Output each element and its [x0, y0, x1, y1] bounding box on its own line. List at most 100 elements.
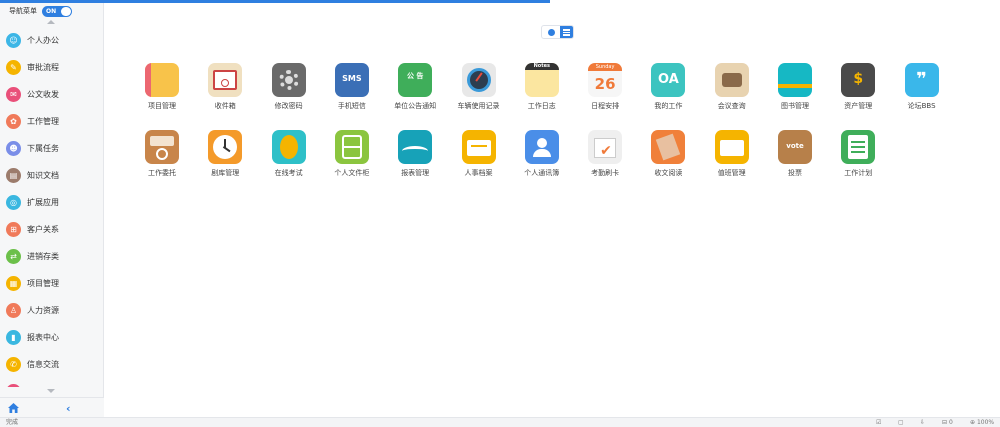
speedometer-icon[interactable]	[461, 63, 496, 97]
sidebar: 导航菜单 ON ☺ 个人办公 ✎ 审批流程 ✉ 公文收发 ✿ 工作管理 ☻ 下属任务 ▤ 知识文档 ◎ 扩…	[0, 3, 104, 417]
sidebar-item-7[interactable]: ◎ 扩展应用	[0, 189, 104, 216]
collapse-sidebar-icon[interactable]: ‹	[66, 402, 71, 415]
sidebar-item-label: 公文收发	[27, 90, 59, 99]
pencil-icon[interactable]	[271, 130, 306, 164]
sidebar-item-12[interactable]: ▮ 报表中心	[0, 324, 104, 351]
app-tile[interactable]: 项目管理	[131, 63, 193, 111]
chart-icon[interactable]	[398, 130, 433, 164]
app-tile[interactable]: 工作委托	[131, 130, 193, 178]
meeting-icon[interactable]	[714, 63, 749, 97]
security-icon: ☑	[876, 419, 882, 426]
app-tile[interactable]: 工作计划	[827, 130, 889, 178]
sidebar-item-8[interactable]: ⊞ 客户关系	[0, 216, 104, 243]
grid-view-dot-icon[interactable]	[548, 29, 555, 36]
main-panel: 项目管理 收件箱 修改密码 SMS 手机短信公 告单位公告通知 车辆使用记录 Notes 工作…	[105, 3, 1000, 417]
message-icon: ✆	[6, 357, 21, 372]
app-tile[interactable]: 收件箱	[194, 63, 256, 111]
quote-icon[interactable]: ❞	[904, 63, 939, 97]
sidebar-item-label: 进销存类	[27, 252, 59, 261]
home-icon[interactable]	[8, 403, 19, 413]
person-icon: ☺	[6, 33, 21, 48]
app-tile-label: 个人通讯簿	[524, 169, 560, 177]
money-icon[interactable]: $	[841, 63, 876, 97]
view-mode-toggle[interactable]	[541, 25, 574, 39]
sidebar-item-2[interactable]: ✎ 审批流程	[0, 54, 104, 81]
download-icon: ⇩	[920, 419, 926, 426]
sidebar-menu: ☺ 个人办公 ✎ 审批流程 ✉ 公文收发 ✿ 工作管理 ☻ 下属任务 ▤ 知识文档 ◎ 扩展应用 ⊞ 客户关系…	[0, 27, 104, 387]
cabinet-icon[interactable]	[334, 130, 369, 164]
sidebar-item-label: 扩展应用	[27, 198, 59, 207]
sidebar-item-11[interactable]: ♙ 人力资源	[0, 297, 104, 324]
notes-icon[interactable]: Notes	[524, 63, 559, 97]
announcement-icon[interactable]: 公 告	[398, 63, 433, 97]
checkin-icon[interactable]: ✔	[588, 130, 623, 164]
app-tile[interactable]: 会议查询	[701, 63, 763, 111]
app-tile[interactable]: 车辆使用记录	[448, 63, 510, 111]
duty-icon[interactable]	[714, 130, 749, 164]
scroll-down-icon[interactable]	[47, 389, 55, 393]
sidebar-item-5[interactable]: ☻ 下属任务	[0, 135, 104, 162]
app-tile-label: 人事档案	[464, 169, 493, 177]
book-cover-icon[interactable]	[778, 63, 812, 97]
sms-icon[interactable]: SMS	[334, 63, 369, 97]
app-tile[interactable]: 在线考试	[258, 130, 320, 178]
app-tile-label: 项目管理	[148, 102, 176, 110]
app-tile[interactable]: 报表管理	[384, 130, 446, 178]
notebook-icon[interactable]	[145, 63, 179, 97]
sidebar-item-13[interactable]: ✆ 信息交流	[0, 351, 104, 378]
sidebar-item-10[interactable]: ▦ 项目管理	[0, 270, 104, 297]
zoom-control[interactable]: ⊕ 100%	[970, 418, 994, 427]
sidebar-item-label: 工作管理	[27, 117, 59, 126]
app-tile[interactable]: OA 我的工作	[637, 63, 699, 111]
scroll-up-icon[interactable]	[47, 20, 55, 24]
vote-icon[interactable]: vote	[778, 130, 812, 164]
delegate-icon[interactable]	[145, 130, 179, 164]
paper-icon[interactable]	[651, 130, 686, 164]
oa-icon[interactable]: OA	[651, 63, 686, 97]
app-tile[interactable]: 26 Sunday 日程安排	[574, 63, 636, 111]
list-view-icon[interactable]	[560, 26, 573, 38]
app-tile[interactable]: Notes 工作日志	[511, 63, 573, 111]
clock-icon[interactable]	[208, 130, 243, 164]
nav-menu-toggle[interactable]: ON	[42, 5, 72, 17]
app-tile[interactable]: SMS 手机短信	[321, 63, 383, 111]
notes-icon-text: Notes	[524, 63, 559, 70]
app-tile[interactable]: 图书管理	[764, 63, 826, 111]
app-tile[interactable]: 人事档案	[448, 130, 510, 178]
app-tile[interactable]: 剧库管理	[194, 130, 256, 178]
sidebar-item-label: 审批流程	[27, 63, 59, 72]
status-text: 完成	[6, 419, 19, 426]
app-tile[interactable]: 值班管理	[701, 130, 763, 178]
app-tile[interactable]: $ 资产管理	[827, 63, 889, 111]
app-tile-label: 值班管理	[717, 169, 746, 177]
app-tile-label: 剧库管理	[211, 169, 240, 177]
sidebar-item-3[interactable]: ✉ 公文收发	[0, 81, 104, 108]
app-tile[interactable]: 收文阅读	[637, 130, 699, 178]
sidebar-item-4[interactable]: ✿ 工作管理	[0, 108, 104, 135]
app-tile[interactable]: 公 告单位公告通知	[384, 63, 446, 111]
vote-icon-text: vote	[786, 142, 804, 150]
sidebar-item-label: 项目管理	[27, 279, 59, 288]
sidebar-item-label: 报表中心	[27, 333, 59, 342]
clipboard-icon[interactable]	[841, 130, 876, 164]
envelope-icon[interactable]	[208, 63, 243, 97]
app-tile[interactable]: vote 投票	[764, 130, 826, 178]
app-tile[interactable]: 个人通讯簿	[511, 130, 573, 178]
contacts-icon[interactable]	[524, 130, 559, 164]
folder-icon[interactable]	[461, 130, 496, 164]
app-tile[interactable]: 个人文件柜	[321, 130, 383, 178]
money-icon-text: $	[853, 71, 864, 87]
gear-icon[interactable]	[271, 63, 306, 97]
app-tile[interactable]: ❞ 论坛BBS	[891, 63, 953, 111]
app-tile[interactable]: ✔ 考勤刷卡	[574, 130, 636, 178]
calendar-icon[interactable]: 26 Sunday	[588, 63, 623, 97]
extension-icon: ◎	[6, 195, 21, 210]
app-tile[interactable]: 修改密码	[258, 63, 320, 111]
app-tile-label: 考勤刷卡	[591, 169, 620, 177]
team-icon: ☻	[6, 141, 21, 156]
sidebar-item-1[interactable]: ☺ 个人办公	[0, 27, 104, 54]
sidebar-item-6[interactable]: ▤ 知识文档	[0, 162, 104, 189]
sidebar-item-9[interactable]: ⇄ 进销存类	[0, 243, 104, 270]
sidebar-item-14[interactable]: ⚙ 系统设置	[0, 378, 104, 387]
announcement-icon-text: 公 告	[406, 72, 424, 80]
